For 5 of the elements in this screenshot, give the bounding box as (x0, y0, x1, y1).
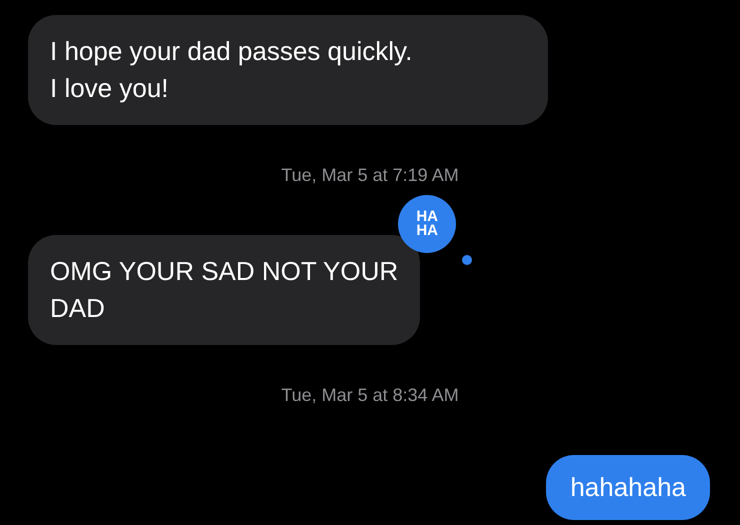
message-timestamp: Tue, Mar 5 at 8:34 AM (280, 384, 460, 407)
message-timestamp: Tue, Mar 5 at 7:19 AM (280, 164, 460, 187)
received-message: I hope your dad passes quickly. I love you! (28, 15, 548, 125)
tapback-reaction: HA HA (398, 195, 474, 267)
sent-message: hahahaha (546, 455, 710, 520)
